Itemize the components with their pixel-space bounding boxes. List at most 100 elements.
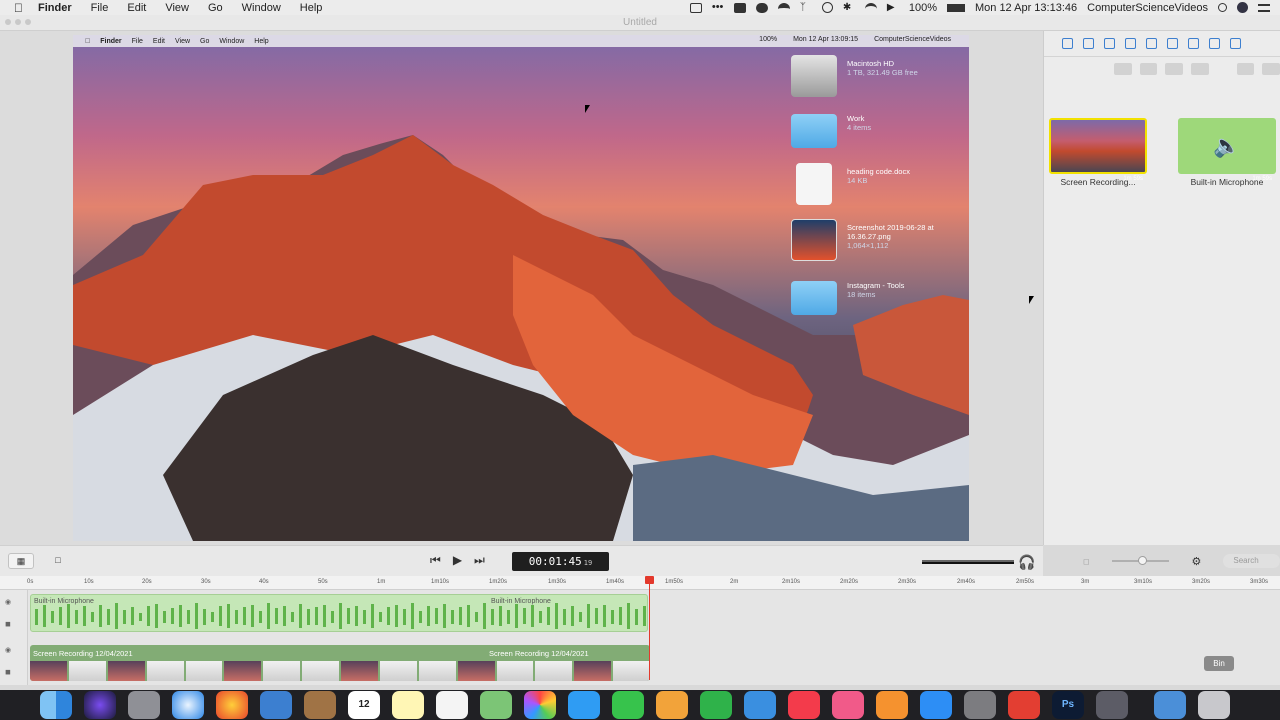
menu-go[interactable]: Go [208, 2, 223, 14]
desktop-item-instagram-tools[interactable]: Instagram - Tools 18 items [791, 277, 969, 315]
notification-center-icon[interactable] [1258, 3, 1270, 12]
menu-edit[interactable]: Edit [127, 2, 146, 14]
transitions-icon[interactable] [1104, 38, 1115, 49]
trash-icon[interactable] [1198, 691, 1230, 719]
music-icon[interactable] [832, 691, 864, 719]
grammarly-icon[interactable] [1008, 691, 1040, 719]
link-icon[interactable] [1230, 38, 1241, 49]
tab-list[interactable] [1191, 63, 1209, 75]
menu-help[interactable]: Help [300, 2, 323, 14]
annotations-icon[interactable] [1146, 38, 1157, 49]
mail-icon[interactable] [260, 691, 292, 719]
battery-icon[interactable] [946, 3, 965, 12]
recording-preview[interactable]:  Finder File Edit View Go Window Help 1… [73, 35, 969, 541]
crop-icon[interactable]: □ [46, 553, 70, 569]
audio-icon[interactable] [1083, 38, 1094, 49]
maps-icon[interactable] [480, 691, 512, 719]
reminders-icon[interactable] [436, 691, 468, 719]
volume-slider[interactable] [922, 560, 1014, 564]
audio-track-clip[interactable]: Built-in Microphone Built-in Microphone [30, 594, 648, 632]
bin-button[interactable]: Bin [1204, 656, 1234, 671]
menu-file[interactable]: File [91, 2, 109, 14]
bluetooth-status-icon[interactable]: ✱ [843, 2, 855, 13]
desktop-item-heading-code[interactable]: heading code.docx 14 KB [791, 163, 969, 205]
contacts-icon[interactable] [304, 691, 336, 719]
video-track-clip[interactable]: Screen Recording 12/04/2021 Screen Recor… [30, 645, 650, 681]
facetime-icon[interactable] [612, 691, 644, 719]
media-item-screen-recording[interactable]: 1m 59s Screen Recording... [1049, 118, 1147, 187]
mute-icon[interactable]: ◼ [5, 620, 11, 628]
apple-menu-icon[interactable]:  [14, 2, 24, 14]
volume-icon[interactable]: ▶ [887, 2, 899, 13]
screen-icon[interactable] [1125, 38, 1136, 49]
numbers-icon[interactable] [700, 691, 732, 719]
desktop-item-work[interactable]: Work 4 items [791, 110, 969, 148]
pen-icon[interactable] [1188, 38, 1199, 49]
wifi-icon[interactable] [864, 2, 877, 13]
list-view-button[interactable] [1262, 63, 1280, 75]
media-panel: 1m 59s Screen Recording... 🔈 1m 59s Buil… [1029, 31, 1280, 545]
news-icon[interactable] [788, 691, 820, 719]
system-preferences-icon[interactable] [964, 691, 996, 719]
firefox-icon[interactable] [216, 691, 248, 719]
preview-menubar:  Finder File Edit View Go Window Help 1… [73, 35, 969, 47]
menu-view[interactable]: View [165, 2, 189, 14]
grid-icon[interactable] [733, 2, 746, 13]
fast-forward-icon[interactable]: ⏭ [474, 553, 485, 568]
menu-window[interactable]: Window [242, 2, 281, 14]
clock[interactable]: Mon 12 Apr 13:13:46 [975, 2, 1077, 14]
playhead[interactable] [645, 576, 654, 680]
desktop-item-macintosh-hd[interactable]: Macintosh HD 1 TB, 321.49 GB free [791, 55, 969, 97]
screen-mirroring-icon[interactable] [689, 2, 702, 13]
spotlight-search-icon[interactable] [1218, 3, 1227, 12]
mute-icon[interactable]: ◼ [5, 668, 11, 676]
view-options-button[interactable]: ▦ [8, 553, 34, 569]
app-store-icon[interactable] [920, 691, 952, 719]
filters-icon[interactable] [1167, 38, 1178, 49]
siri-icon[interactable] [1237, 2, 1248, 13]
timeline[interactable]: ◉ ◼ ◉ ◼ Built-in Microphone Built-in Mic… [0, 590, 1280, 685]
messages-icon[interactable] [568, 691, 600, 719]
bluetooth-icon[interactable]: ᛉ [800, 2, 812, 13]
user-name[interactable]: ComputerScienceVideos [1087, 2, 1208, 14]
sketch-icon[interactable] [656, 691, 688, 719]
screenflow-icon[interactable] [1096, 691, 1128, 719]
more-icon[interactable]: ••• [712, 1, 724, 13]
tab-web[interactable] [1165, 63, 1184, 75]
notes-icon[interactable] [392, 691, 424, 719]
books-icon[interactable] [876, 691, 908, 719]
safari-icon[interactable] [172, 691, 204, 719]
launchpad-icon[interactable] [128, 691, 160, 719]
play-icon[interactable]: ▶ [453, 553, 462, 568]
time-machine-icon[interactable] [821, 2, 833, 13]
rewind-icon[interactable]: ⏮ [430, 553, 441, 568]
eye-icon[interactable]: ◉ [5, 646, 11, 654]
cloud-icon[interactable] [755, 2, 768, 13]
siri-dock-icon[interactable] [84, 691, 116, 719]
downloads-folder-icon[interactable] [1154, 691, 1186, 719]
photos-icon[interactable] [524, 691, 556, 719]
finder-icon[interactable] [40, 691, 72, 719]
photoshop-icon[interactable]: Ps [1052, 691, 1084, 719]
tab-document[interactable] [1114, 63, 1132, 75]
menu-app-name[interactable]: Finder [38, 2, 72, 14]
thumbnail-size-slider[interactable] [1111, 556, 1170, 565]
eye-icon[interactable]: ◉ [5, 598, 11, 606]
media-item-microphone[interactable]: 🔈 1m 59s Built-in Microphone [1178, 118, 1276, 187]
desktop-item-name: heading code.docx [847, 167, 910, 176]
text-icon[interactable] [1209, 38, 1220, 49]
tab-camera[interactable] [1139, 63, 1158, 75]
desktop-item-screenshot[interactable]: Screenshot 2019-06-28 at 16.36.27.png 1,0… [791, 219, 969, 261]
keynote-icon[interactable] [744, 691, 776, 719]
slider-knob[interactable] [1137, 556, 1147, 565]
panel-tabs [1044, 57, 1280, 81]
media-search-input[interactable]: Search [1223, 554, 1280, 568]
media-library-icon[interactable] [1062, 38, 1073, 49]
gear-icon[interactable]: ⚙ [1191, 555, 1201, 568]
timeline-ruler[interactable]: 0s 10s 20s 30s 40s 50s 1m 1m10s 1m20s 1m… [0, 576, 1280, 590]
headphones-icon[interactable]: 🎧 [1018, 554, 1035, 571]
umbrella-icon[interactable] [777, 2, 790, 13]
calendar-icon[interactable]: 12 [348, 691, 380, 719]
zoom-out-icon[interactable]: ◻ [1083, 557, 1090, 566]
grid-view-button[interactable] [1236, 63, 1255, 75]
